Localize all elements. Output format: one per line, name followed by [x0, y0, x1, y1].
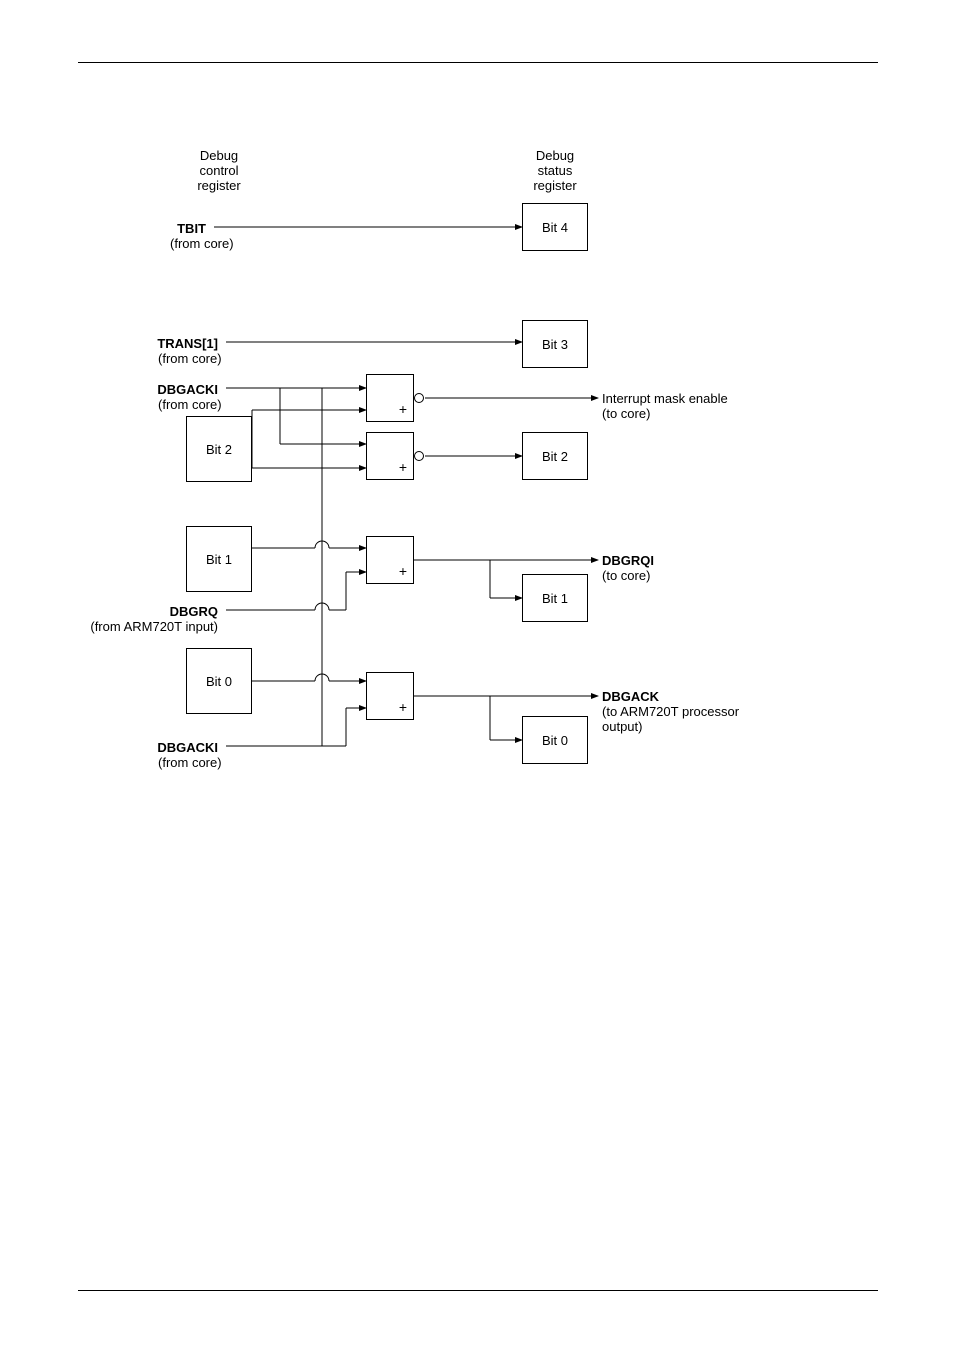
page-top-rule — [78, 62, 878, 63]
diagram: Debug control register Debug status regi… — [150, 148, 810, 808]
wire-diagram — [150, 148, 810, 808]
page-bottom-rule — [78, 1290, 878, 1291]
